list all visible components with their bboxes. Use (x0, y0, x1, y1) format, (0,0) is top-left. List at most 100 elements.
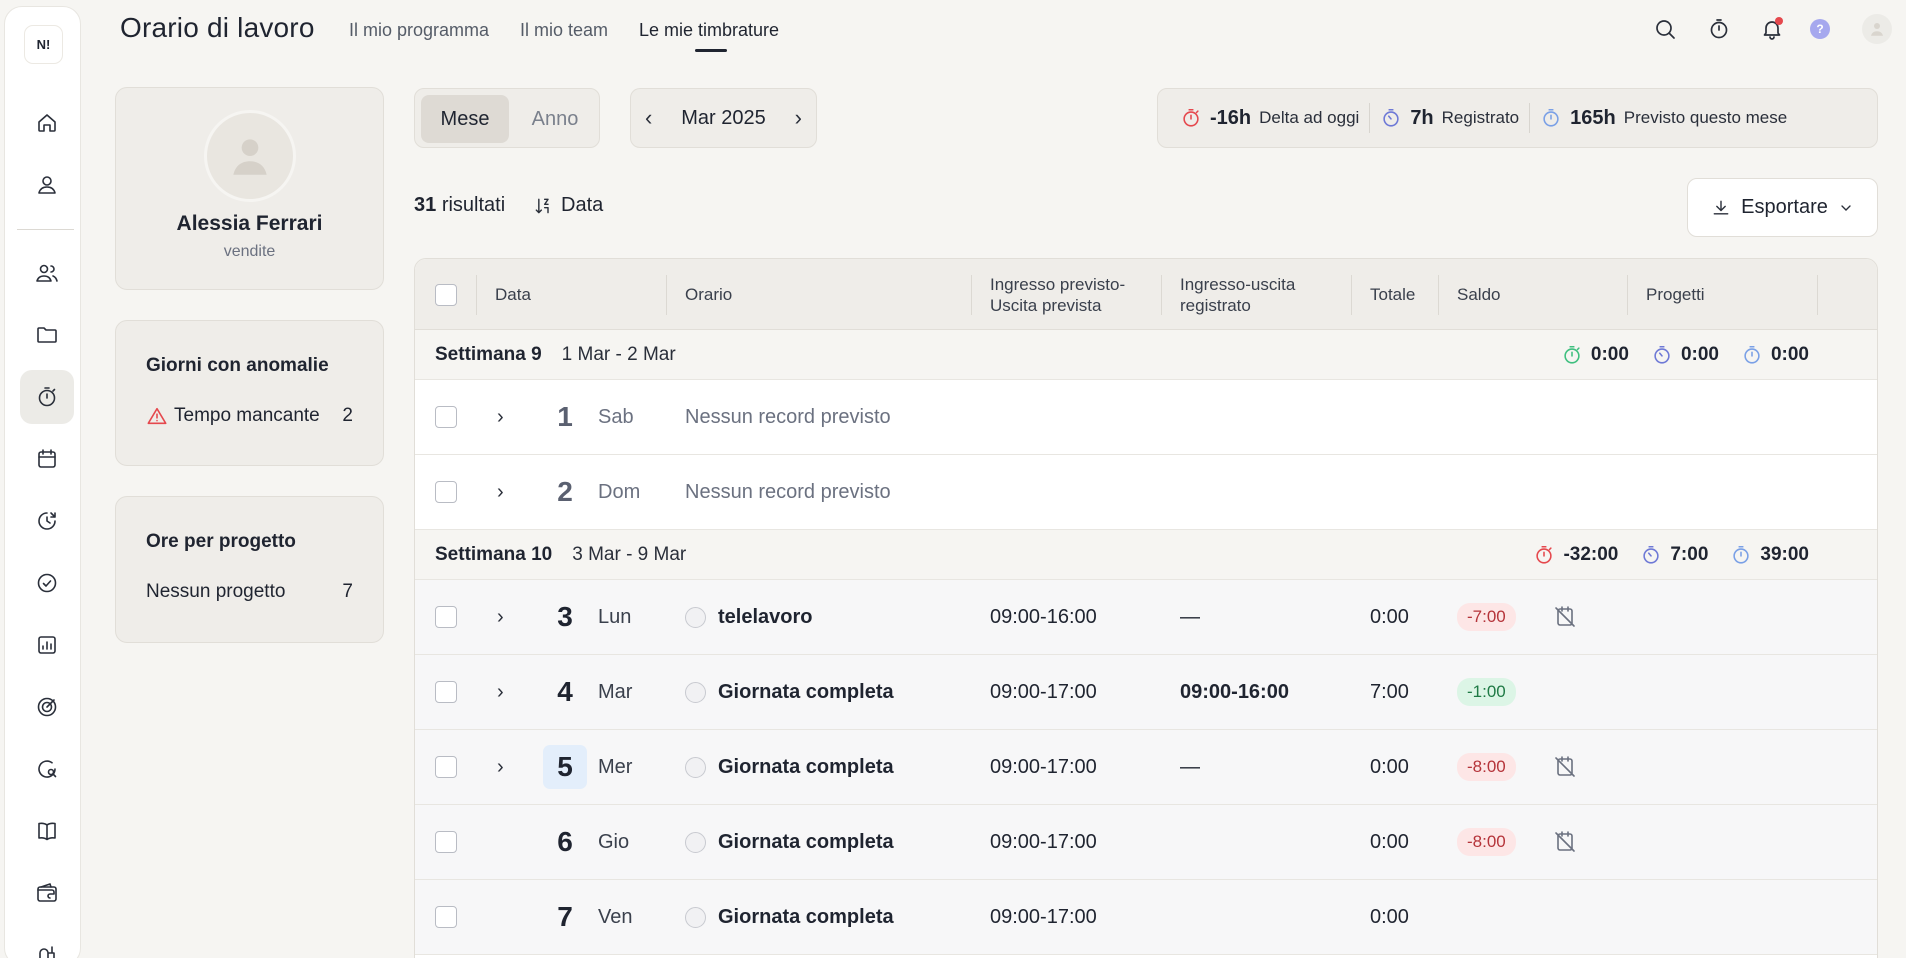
results-count: 31 risultati (414, 194, 506, 216)
registered-clock-icon (1643, 545, 1660, 564)
recorded-hours: — (1180, 755, 1200, 778)
profile-name: Alessia Ferrari (176, 212, 323, 235)
no-record-note: Nessun record previsto (685, 405, 891, 428)
registered-clock-icon (1383, 108, 1399, 127)
anomaly-row[interactable]: Tempo mancante 2 (146, 405, 353, 427)
registered-value: 7h (1410, 106, 1434, 129)
day-number: 3 (557, 601, 573, 632)
help-icon[interactable]: ? (1805, 14, 1835, 44)
tab-my-team[interactable]: Il mio team (520, 20, 608, 41)
clock-chart-icon[interactable] (20, 494, 74, 548)
table-row[interactable]: › 5 Mer Giornata completa 09:00-17:00 — … (415, 730, 1877, 805)
chat-search-icon[interactable] (20, 742, 74, 796)
wallet-icon[interactable] (20, 866, 74, 920)
table-row[interactable]: › 2 Dom Nessun record previsto (415, 455, 1877, 530)
day-number: 6 (557, 826, 573, 857)
check-circle-icon[interactable] (20, 556, 74, 610)
user-icon[interactable] (20, 158, 74, 212)
year-view-button[interactable]: Anno (513, 95, 597, 143)
tab-my-clockings[interactable]: Le mie timbrature (639, 20, 779, 41)
mailbox-icon[interactable] (20, 928, 74, 958)
balance-badge: -7:00 (1457, 603, 1516, 631)
select-all-checkbox[interactable] (435, 259, 457, 330)
expand-chevron-icon[interactable]: › (497, 756, 504, 779)
sidebar-rail: N! (4, 6, 81, 958)
week-delta: -32:00 (1533, 544, 1618, 566)
expand-chevron-icon[interactable]: › (497, 606, 504, 629)
book-icon[interactable] (20, 804, 74, 858)
month-view-button[interactable]: Mese (421, 95, 509, 143)
row-checkbox[interactable] (435, 805, 457, 879)
next-month-button[interactable]: › (795, 105, 802, 131)
expand-chevron-icon[interactable]: › (497, 681, 504, 704)
bell-icon[interactable] (1757, 14, 1787, 44)
schedule-name: Giornata completa (718, 680, 894, 703)
planned-value: 165h (1570, 106, 1616, 129)
folder-icon[interactable] (20, 308, 74, 362)
search-icon[interactable] (1650, 14, 1680, 44)
table-row[interactable]: › 3 Lun telelavoro 09:00-16:00 — 0:00 -7… (415, 580, 1877, 655)
download-icon (1713, 200, 1729, 215)
planned-clock-icon (1543, 108, 1559, 127)
week-planned: 0:00 (1741, 344, 1809, 366)
project-label: Nessun progetto (146, 581, 286, 602)
export-button[interactable]: Esportare (1687, 178, 1878, 237)
stopwatch-icon[interactable] (20, 370, 74, 424)
week-header: Settimana 10 3 Mar - 9 Mar -32:00 7:00 3… (415, 530, 1877, 580)
row-checkbox[interactable] (435, 880, 457, 954)
app-logo[interactable]: N! (24, 25, 63, 64)
status-circle-icon (685, 756, 706, 778)
day-name: Gio (598, 830, 630, 853)
row-checkbox[interactable] (435, 455, 457, 529)
tab-my-schedule[interactable]: Il mio programma (349, 20, 489, 41)
col-date[interactable]: Data (495, 259, 531, 330)
col-schedule[interactable]: Orario (685, 259, 732, 330)
planned-clock-icon (1744, 345, 1760, 364)
user-avatar[interactable] (1862, 14, 1892, 44)
registered-label: Registrato (1441, 108, 1520, 127)
calendar-icon[interactable] (20, 432, 74, 486)
week-range: 3 Mar - 9 Mar (572, 543, 687, 565)
row-checkbox[interactable] (435, 580, 457, 654)
row-checkbox[interactable] (435, 655, 457, 729)
target-icon[interactable] (20, 680, 74, 734)
anomaly-label: Tempo mancante (174, 405, 320, 426)
table-row[interactable]: 7 Ven Giornata completa 09:00-17:00 0:00 (415, 880, 1877, 955)
team-icon[interactable] (20, 246, 74, 300)
table-row[interactable]: › 4 Mar Giornata completa 09:00-17:00 09… (415, 655, 1877, 730)
table-row[interactable]: 6 Gio Giornata completa 09:00-17:00 0:00… (415, 805, 1877, 880)
summary-stats: -16h Delta ad oggi 7h Registrato 165h Pr… (1157, 88, 1878, 148)
col-recorded[interactable]: Ingresso-uscita registrato (1180, 259, 1295, 330)
col-projects[interactable]: Progetti (1646, 259, 1705, 330)
table-row[interactable]: › 1 Sab Nessun record previsto (415, 380, 1877, 455)
period-navigator: ‹ Mar 2025 › (630, 88, 817, 148)
rail-divider (17, 229, 74, 230)
week-registered: 0:00 (1651, 344, 1719, 366)
sort-button[interactable]: Data (533, 194, 603, 217)
col-balance[interactable]: Saldo (1457, 259, 1500, 330)
delta-value: -16h (1210, 106, 1252, 129)
projects-title: Ore per progetto (146, 531, 296, 552)
col-total[interactable]: Totale (1370, 259, 1415, 330)
registered-stat: 7h Registrato (1370, 107, 1529, 130)
col-planned[interactable]: Ingresso previsto- Uscita prevista (990, 259, 1125, 330)
planned-hours: 09:00-16:00 (990, 605, 1097, 628)
timer-icon[interactable] (1704, 14, 1734, 44)
day-number: 1 (557, 401, 573, 432)
week-planned: 39:00 (1730, 544, 1809, 566)
profile-avatar (204, 110, 296, 202)
status-circle-icon (685, 831, 706, 853)
row-checkbox[interactable] (435, 380, 457, 454)
analytics-icon[interactable] (20, 618, 74, 672)
expand-chevron-icon[interactable]: › (497, 406, 504, 429)
total-hours: 7:00 (1370, 680, 1409, 703)
day-name: Ven (598, 905, 633, 928)
expand-chevron-icon[interactable]: › (497, 481, 504, 504)
row-checkbox[interactable] (435, 730, 457, 804)
no-timesheet-icon (1553, 730, 1577, 804)
delta-stat: -16h Delta ad oggi (1170, 107, 1369, 130)
delta-clock-icon (1536, 545, 1553, 564)
home-icon[interactable] (20, 96, 74, 150)
prev-month-button[interactable]: ‹ (645, 105, 652, 131)
total-hours: 0:00 (1370, 905, 1409, 928)
